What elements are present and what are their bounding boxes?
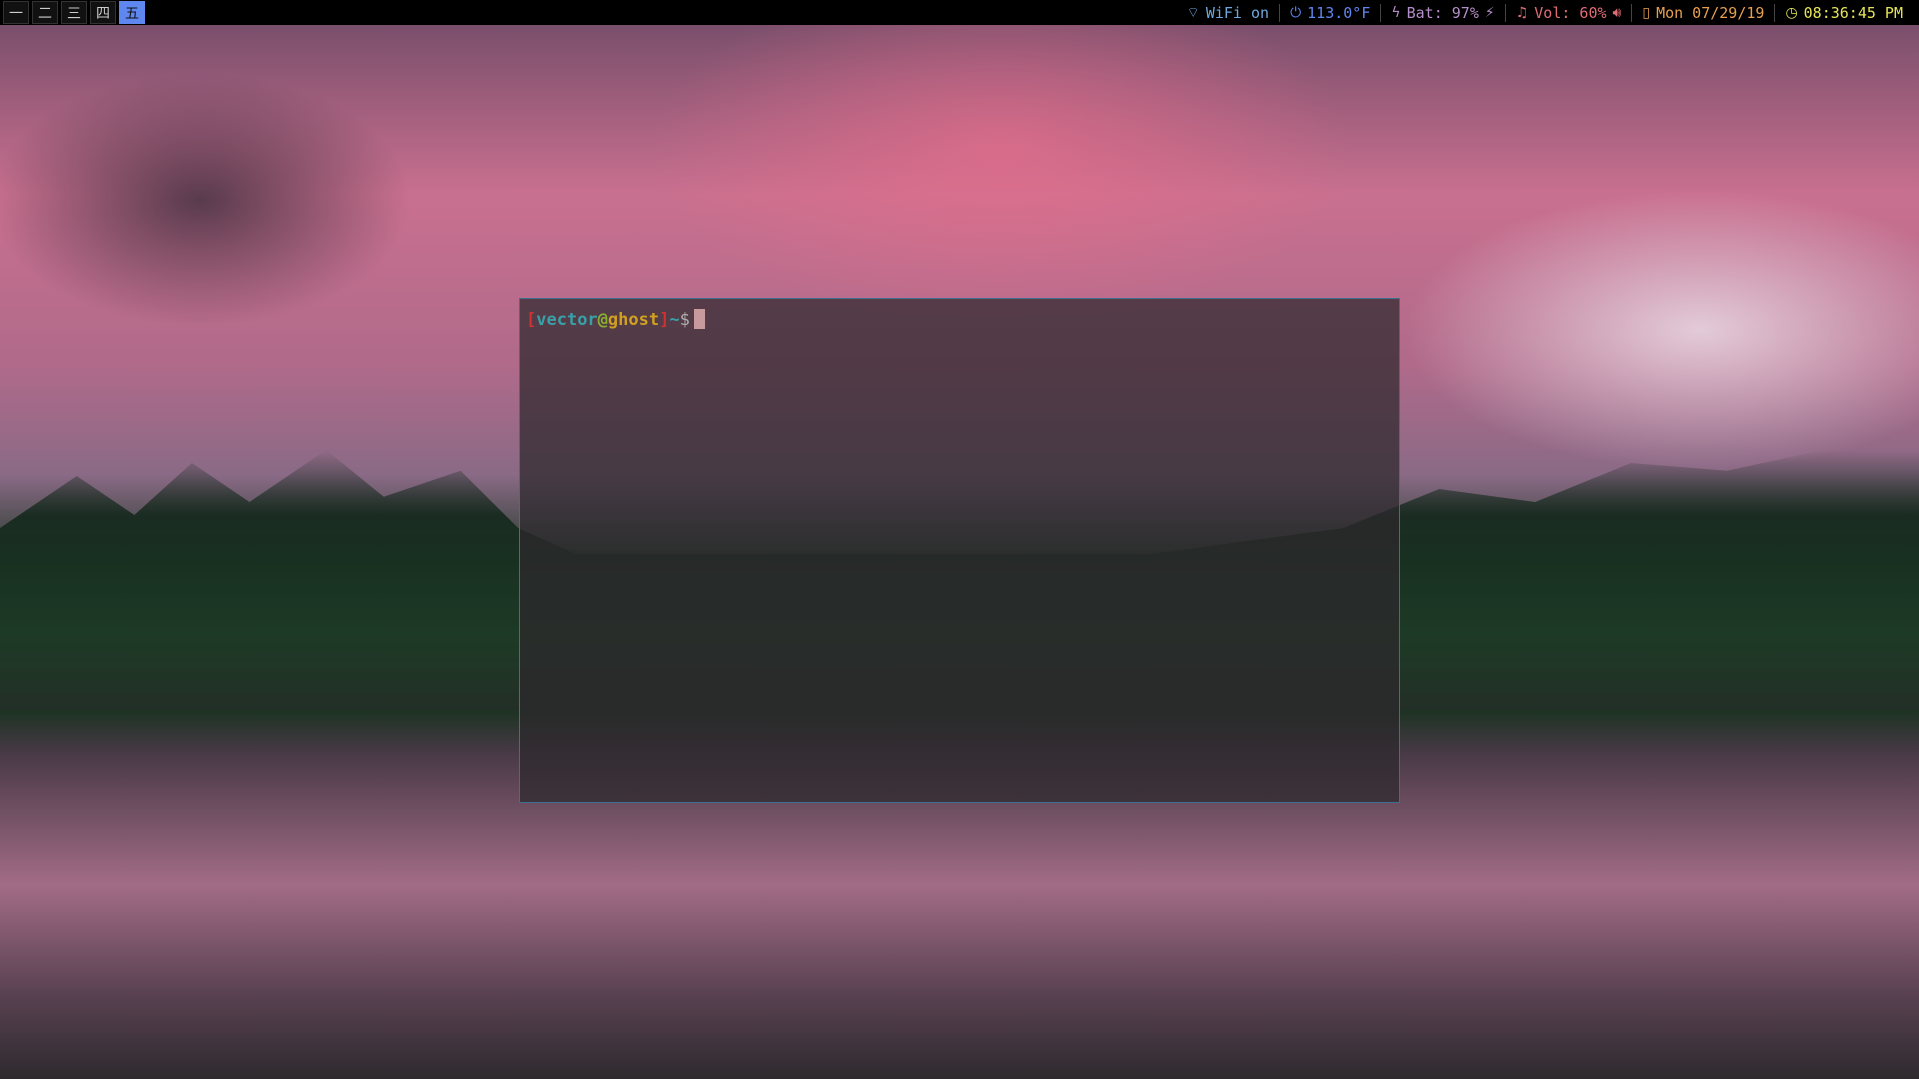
wifi-module[interactable]: ⌔ WiFi on — [1177, 3, 1281, 22]
clock-icon: ◷ — [1785, 4, 1798, 21]
temperature-module: ⏻ 113.0°F — [1280, 3, 1382, 22]
volume-module[interactable]: ♫ Vol: 60% 🔊︎ — [1506, 3, 1633, 22]
status-modules: ⌔ WiFi on ⏻ 113.0°F ϟ Bat: 97% ⚡ ♫ Vol: … — [1177, 3, 1919, 22]
wifi-text: WiFi on — [1205, 3, 1270, 22]
calendar-icon: ▯ — [1642, 4, 1651, 21]
prompt-user: vector — [536, 310, 598, 330]
workspace-5[interactable]: 五 — [119, 1, 145, 24]
music-note-icon: ♫ — [1515, 4, 1529, 21]
battery-text: Bat: 97% — [1406, 3, 1479, 22]
prompt-path: ~ — [669, 310, 680, 330]
speaker-icon: 🔊︎ — [1612, 4, 1622, 21]
prompt-host: ghost — [607, 310, 660, 330]
prompt-bracket-open: [ — [526, 310, 537, 330]
terminal-prompt: [vector@ghost]~$ — [526, 310, 690, 330]
volume-text: Vol: 60% — [1534, 3, 1607, 22]
plug-icon: ⚡ — [1484, 4, 1495, 21]
time-text: 08:36:45 PM — [1803, 3, 1903, 22]
workspace-3[interactable]: 三 — [61, 1, 87, 24]
date-text: Mon 07/29/19 — [1656, 3, 1765, 22]
date-module: ▯ Mon 07/29/19 — [1632, 3, 1776, 22]
prompt-at: @ — [597, 310, 608, 330]
prompt-bracket-close: ] — [659, 310, 670, 330]
workspace-4[interactable]: 四 — [90, 1, 116, 24]
bolt-icon: ϟ — [1391, 4, 1401, 21]
terminal-window[interactable]: [vector@ghost]~$ — [519, 298, 1400, 803]
status-bar: 一 二 三 四 五 ⌔ WiFi on ⏻ 113.0°F ϟ Bat: 97%… — [0, 0, 1919, 25]
workspace-list: 一 二 三 四 五 — [0, 1, 145, 24]
workspace-2[interactable]: 二 — [32, 1, 58, 24]
prompt-symbol: $ — [679, 310, 690, 330]
power-icon: ⏻ — [1290, 4, 1302, 21]
wifi-icon: ⌔ — [1186, 4, 1200, 21]
battery-module: ϟ Bat: 97% ⚡ — [1381, 3, 1506, 22]
temperature-text: 113.0°F — [1307, 3, 1371, 22]
time-module: ◷ 08:36:45 PM — [1775, 4, 1913, 22]
terminal-cursor — [693, 309, 705, 329]
workspace-1[interactable]: 一 — [3, 1, 29, 24]
